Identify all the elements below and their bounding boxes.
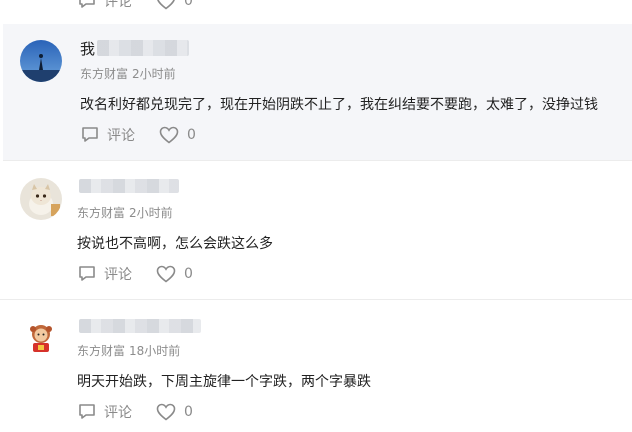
avatar-image bbox=[20, 316, 62, 358]
username[interactable]: 我 bbox=[80, 38, 190, 58]
comment-text: 改名利好都兑现完了，现在开始阴跌不止了，我在纠结要不要跑，太难了，没挣过钱 bbox=[80, 97, 598, 113]
timestamp: 2小时前 bbox=[129, 206, 173, 220]
like-count: 0 bbox=[184, 266, 193, 282]
like-button[interactable]: 0 bbox=[156, 0, 193, 10]
avatar-image bbox=[20, 178, 62, 220]
like-button[interactable]: 0 bbox=[159, 126, 196, 144]
comment-icon bbox=[79, 404, 95, 419]
heart-icon bbox=[157, 0, 175, 10]
like-count: 0 bbox=[184, 0, 193, 9]
comment-text: 按说也不高啊，怎么会跌这么多 bbox=[77, 236, 273, 252]
avatar-image bbox=[20, 40, 62, 82]
comment-meta: 东方财富 2小时前 bbox=[80, 65, 176, 82]
comment-label: 评论 bbox=[107, 128, 135, 144]
username-blurred bbox=[79, 179, 179, 193]
comment-actions: 评论 0 bbox=[78, 264, 193, 284]
comment-icon bbox=[79, 0, 95, 8]
timestamp: 2小时前 bbox=[132, 67, 176, 81]
comment-button[interactable]: 评论 bbox=[78, 0, 132, 11]
comment-button[interactable]: 评论 bbox=[78, 402, 132, 422]
comment-actions: 评论 0 bbox=[81, 125, 196, 145]
comment-button[interactable]: 评论 bbox=[81, 125, 135, 145]
source-label: 东方财富 bbox=[77, 206, 126, 220]
comment-item: 东方财富 2小时前 按说也不高啊，怎么会跌这么多 评论 0 bbox=[0, 162, 632, 300]
comment-text: 明天开始跌，下周主旋律一个字跌，两个字暴跌 bbox=[77, 374, 371, 390]
heart-icon bbox=[156, 265, 176, 283]
prev-comment-actions: 评论 0 bbox=[78, 0, 193, 11]
comment-actions: 评论 0 bbox=[78, 402, 193, 422]
timestamp: 18小时前 bbox=[129, 344, 181, 358]
comment-item: 东方财富 18小时前 明天开始跌，下周主旋律一个字跌，两个字暴跌 评论 0 bbox=[0, 300, 632, 432]
comment-meta: 东方财富 2小时前 bbox=[77, 204, 173, 221]
comment-label: 评论 bbox=[104, 405, 132, 421]
username-blurred bbox=[97, 40, 190, 56]
comment-label: 评论 bbox=[104, 267, 132, 283]
like-button[interactable]: 0 bbox=[156, 403, 193, 421]
comment-icon bbox=[79, 266, 95, 281]
like-count: 0 bbox=[184, 404, 193, 420]
username-blurred bbox=[79, 319, 201, 333]
username[interactable] bbox=[77, 316, 201, 336]
comment-label: 评论 bbox=[104, 0, 132, 10]
comment-item: 我 东方财富 2小时前 改名利好都兑现完了，现在开始阴跌不止了，我在纠结要不要跑… bbox=[3, 24, 632, 161]
like-button[interactable]: 0 bbox=[156, 265, 193, 283]
source-label: 东方财富 bbox=[77, 344, 126, 358]
heart-icon bbox=[156, 403, 176, 421]
comment-button[interactable]: 评论 bbox=[78, 264, 132, 284]
comment-meta: 东方财富 18小时前 bbox=[77, 342, 180, 359]
avatar[interactable] bbox=[20, 40, 62, 82]
username-text: 我 bbox=[80, 39, 96, 58]
heart-icon bbox=[159, 126, 179, 144]
comment-icon bbox=[82, 127, 98, 142]
avatar[interactable] bbox=[20, 178, 62, 220]
avatar[interactable] bbox=[20, 316, 62, 358]
username[interactable] bbox=[77, 176, 179, 196]
source-label: 东方财富 bbox=[80, 67, 129, 81]
like-count: 0 bbox=[187, 127, 196, 143]
comment-feed: 评论 0 我 东方财富 2小时前 改名利好都兑现完了，现在开始阴跌不止了，我在纠… bbox=[0, 0, 632, 432]
